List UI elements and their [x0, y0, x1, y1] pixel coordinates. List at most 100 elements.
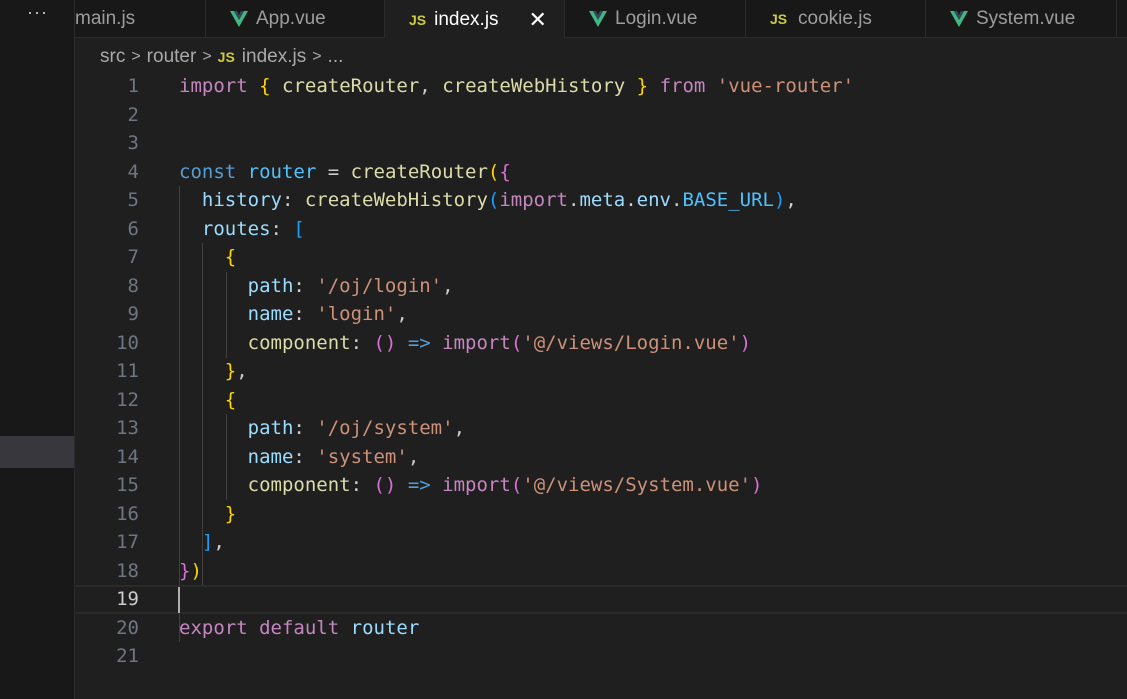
code-line: 4 const router = createRouter({ [76, 158, 1127, 187]
vue-icon [230, 11, 248, 27]
token: createWebHistory [304, 189, 488, 211]
code-line: 13 path: '/oj/system', [76, 414, 1127, 443]
tab-system-vue[interactable]: System.vue [926, 0, 1117, 38]
line-number: 2 [127, 103, 139, 126]
token: => [407, 474, 431, 496]
token: ) [773, 189, 786, 211]
line-number: 13 [116, 417, 139, 439]
code-line: 12 { [76, 386, 1127, 415]
tab-label: index.js [434, 8, 499, 30]
token: createRouter [282, 75, 420, 97]
token: ) [190, 559, 202, 582]
line-number: 3 [127, 132, 139, 154]
token: routes [201, 217, 271, 240]
token: import [442, 474, 511, 496]
token: . [567, 189, 580, 211]
current-line: 19 [76, 585, 1127, 614]
tab-label: System.vue [976, 8, 1076, 29]
code-line: 21 [76, 642, 1127, 671]
token: } [179, 559, 191, 582]
token: () [373, 474, 397, 496]
code-line: 17 ], [76, 528, 1127, 557]
code-line: 15 component: () => import('@/views/Syst… [76, 471, 1127, 500]
code-line: 11 }, [76, 357, 1127, 386]
line-number: 21 [116, 645, 139, 667]
token: '/oj/system' [316, 417, 454, 439]
token: path [247, 417, 294, 439]
code-line: 7 { [76, 243, 1127, 272]
breadcrumb-src[interactable]: src [100, 46, 125, 68]
tab-label: App.vue [256, 8, 326, 29]
token: createRouter [350, 160, 488, 183]
token: , [396, 303, 408, 325]
more-actions-icon[interactable]: ··· [0, 0, 75, 30]
line-number: 17 [116, 531, 139, 553]
token: ) [739, 331, 752, 354]
token: env [636, 189, 671, 211]
code-line: 9 name: 'login', [76, 300, 1127, 329]
code-editor[interactable]: 1 import { createRouter, createWebHistor… [76, 72, 1127, 699]
tab-app-vue[interactable]: App.vue [206, 0, 385, 38]
token: BASE_URL [682, 189, 774, 211]
close-icon[interactable]: ✕ [529, 8, 547, 31]
selected-list-item[interactable] [0, 436, 74, 468]
line-number: 18 [116, 559, 139, 582]
breadcrumb-router[interactable]: router [147, 46, 197, 68]
tab-index-js[interactable]: JS index.js ✕ [385, 0, 565, 39]
line-number: 1 [127, 75, 139, 97]
chevron-right-icon: > [312, 48, 322, 65]
token: => [407, 331, 431, 354]
token: router [350, 616, 420, 639]
code-line: 14 name: 'system', [76, 443, 1127, 472]
token: component [247, 331, 351, 354]
token: : [281, 189, 305, 211]
side-panel: ··· [0, 0, 75, 699]
tab-label: cookie.js [798, 8, 872, 29]
code-line: 3 [76, 129, 1127, 158]
breadcrumb-file[interactable]: index.js [242, 46, 306, 68]
line-number: 19 [116, 588, 139, 610]
token: () [373, 331, 397, 354]
tab-main-js[interactable]: main.js [75, 0, 206, 38]
token: : [293, 303, 317, 325]
token: { [224, 388, 237, 411]
code-line: 18 }) [76, 557, 1127, 586]
token: history [201, 189, 282, 211]
token: : [350, 331, 374, 354]
token: ( [487, 189, 500, 211]
token: , [236, 360, 248, 382]
token: import [442, 331, 511, 354]
line-number: 12 [116, 388, 139, 411]
tab-login-vue[interactable]: Login.vue [565, 0, 746, 38]
tab-cookie-js[interactable]: JS cookie.js [746, 0, 926, 38]
token: : [293, 417, 317, 439]
token: 'login' [316, 303, 397, 325]
line-number: 10 [116, 331, 139, 354]
token: : [350, 474, 374, 496]
token: , [419, 75, 431, 97]
chevron-right-icon: > [202, 48, 212, 65]
token: : [293, 274, 317, 297]
line-number: 6 [127, 217, 139, 240]
token: , [442, 274, 454, 297]
code-line: 6 routes: [ [76, 215, 1127, 244]
token: meta [579, 189, 626, 211]
token: name [247, 445, 294, 468]
token: export [179, 616, 248, 639]
line-number: 5 [127, 189, 139, 211]
breadcrumb-symbols[interactable]: ... [328, 46, 344, 68]
token: import [179, 75, 248, 97]
line-number: 7 [127, 246, 139, 268]
chevron-right-icon: > [131, 48, 141, 65]
code-line: 5 history: createWebHistory(import.meta.… [76, 186, 1127, 215]
token: path [247, 274, 294, 297]
token: ( [510, 331, 523, 354]
token: const [179, 160, 237, 183]
token: [ [293, 217, 305, 240]
code-line: 1 import { createRouter, createWebHistor… [76, 72, 1127, 101]
token: { [224, 246, 237, 268]
token: } [224, 360, 237, 382]
code-line: 2 [76, 101, 1127, 130]
token: component [247, 474, 351, 496]
code-line: 8 path: '/oj/login', [76, 272, 1127, 301]
